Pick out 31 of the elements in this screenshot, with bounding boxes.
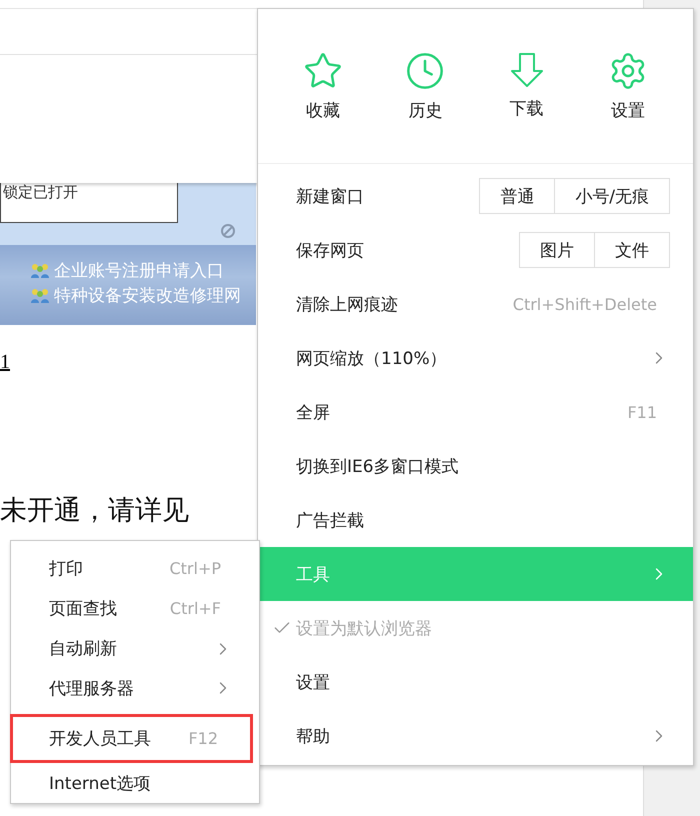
paragraph-text: 未开通，请详见 — [0, 494, 189, 528]
shortcut-text: F11 — [627, 402, 657, 422]
menu-item[interactable]: 广告拦截 — [258, 493, 693, 547]
page-link[interactable]: 1 — [0, 351, 10, 374]
quick-action-button[interactable]: 下载 — [508, 51, 546, 120]
menu-item[interactable]: 帮助 — [258, 709, 693, 763]
menu-item[interactable]: 网页缩放（110%） — [258, 331, 693, 385]
people-icon — [30, 262, 50, 278]
quick-action-button[interactable]: 设置 — [608, 51, 648, 122]
submenu-item[interactable]: 自动刷新 — [11, 628, 259, 668]
submenu-item[interactable]: 代理服务器 — [11, 668, 259, 708]
shortcut-text: Ctrl+P — [169, 559, 221, 578]
quick-action-button[interactable]: 历史 — [405, 51, 446, 122]
quick-action-button[interactable]: 收藏 — [303, 51, 344, 122]
menu-item[interactable]: 设置 — [258, 655, 693, 709]
menu-item[interactable]: 清除上网痕迹 Ctrl+Shift+Delete — [258, 277, 693, 331]
submenu-item[interactable]: 开发人员工具 F12 — [10, 714, 253, 764]
disabled-icon — [220, 223, 236, 239]
menu-item[interactable]: 全屏 F11 — [258, 385, 693, 439]
menu-item[interactable]: 切换到IE6多窗口模式 — [258, 439, 693, 493]
people-icon — [30, 288, 50, 304]
shortcut-text: Ctrl+Shift+Delete — [512, 294, 657, 314]
clock-icon — [405, 51, 446, 91]
shortcut-text: Ctrl+F — [170, 599, 221, 618]
shortcut-text: F12 — [188, 729, 218, 748]
menu-item[interactable]: 保存网页 图片 文件 — [258, 223, 693, 277]
notice-text: 锁定已打开 — [0, 183, 178, 223]
submenu-item[interactable]: 页面查找 Ctrl+F — [11, 588, 259, 629]
menu-item[interactable]: 新建窗口 普通 小号/无痕 — [258, 169, 693, 223]
submenu-item[interactable]: 打印 Ctrl+P — [11, 549, 259, 589]
submenu-item[interactable]: Internet选项 — [11, 763, 259, 803]
